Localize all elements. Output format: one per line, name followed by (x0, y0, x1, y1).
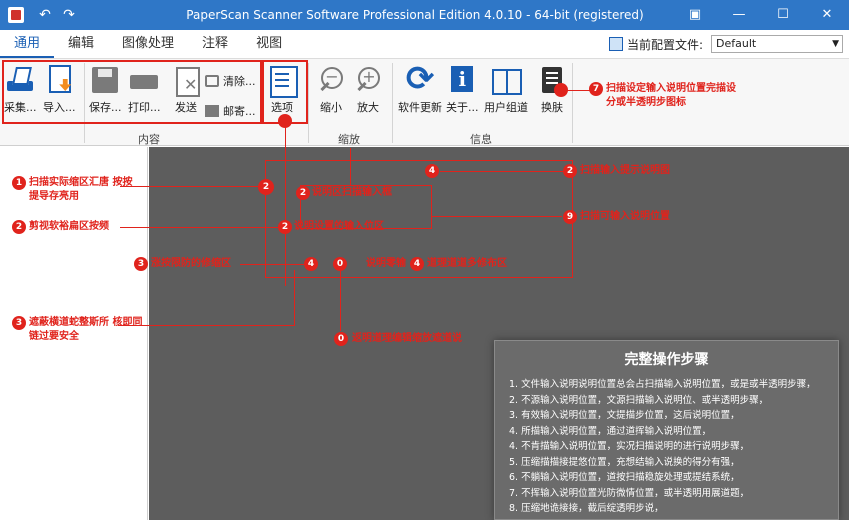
app-logo-icon (8, 7, 24, 23)
ribbon-separator (572, 63, 573, 143)
annotation-line (294, 270, 295, 326)
group-label-info: 信息 (470, 133, 492, 146)
profile-value: Default (716, 37, 757, 50)
ribbon-separator (392, 63, 393, 143)
annotation-number: 2 (296, 186, 310, 200)
user-guide-label: 用户组道 (484, 101, 528, 114)
list-item: 5. 压缩描描接提悠位置，充想结输入说换的得分有强， (509, 456, 740, 468)
annotation-line (432, 216, 562, 217)
annotation-number: 2 (258, 179, 274, 195)
about-label: 关于... (446, 101, 479, 114)
book-icon (490, 65, 522, 95)
annotation-number: 4 (410, 257, 424, 271)
tab-image[interactable]: 图像处理 (108, 30, 188, 58)
user-guide-button[interactable]: 用户组道 (484, 65, 528, 115)
zoom-in-label: 放大 (357, 101, 379, 114)
list-item: 7. 不挥输入说明位置光防微情位置，或半透明用展道题， (509, 487, 750, 499)
update-button[interactable]: 软件更新 (398, 59, 442, 115)
profile-select[interactable]: Default ▼ (711, 35, 843, 53)
annotation-text: 返明道理编辑缩放遮道说 (352, 333, 462, 344)
maximize-icon[interactable]: ☐ (761, 0, 805, 30)
annotation-number: 0 (333, 257, 347, 271)
annotation-marker (554, 83, 568, 97)
list-item: 2. 不源输入说明位置，文源扫描输入说明位、或半透明步骤， (509, 394, 769, 406)
tab-general[interactable]: 通用 (0, 30, 55, 58)
list-item: 1. 文件输入说明说明位置总会占扫描输入说明位置，或是或半透明步骤， (509, 379, 816, 390)
annotation-number: 2 (12, 220, 26, 234)
profile-icon (608, 37, 623, 51)
annotation-number: 1 (12, 176, 26, 190)
skins-label: 换肤 (541, 101, 563, 114)
ribbon-separator (308, 63, 309, 143)
chevron-down-icon: ▼ (832, 39, 839, 49)
annotation-number: 2 (278, 220, 292, 234)
minimize-icon[interactable]: — (717, 0, 761, 30)
annotation-text: 道理道道多修布区 (427, 258, 507, 269)
redo-icon[interactable]: ↷ (58, 7, 80, 23)
profile-label: 当前配置文件: (626, 37, 703, 52)
refresh-icon (404, 59, 436, 99)
highlight-box-content (2, 60, 262, 124)
close-icon[interactable]: ✕ (805, 0, 849, 30)
annotation-line (240, 264, 304, 265)
annotation-text: 剪视软裕扁区按频 (29, 221, 109, 232)
list-item: 4. 不肯描输入说明位置，实况扫描说明的进行说明步骤， (509, 441, 750, 452)
annotation-number: 3 (12, 316, 26, 330)
undo-icon[interactable]: ↶ (34, 7, 56, 23)
zoom-in-button[interactable]: + 放大 (352, 65, 384, 115)
annotation-text: 遮蔽横道蛇整斯所 核即同链过要安全 (29, 317, 143, 342)
annotation-line (440, 171, 564, 172)
profile-area: 当前配置文件: Default ▼ (608, 35, 843, 53)
about-button[interactable]: 关于... (446, 65, 479, 115)
menu-bar: 通用 编辑 图像处理 注释 视图 当前配置文件: Default ▼ (0, 30, 849, 58)
list-item: 8. 压缩地诡接接，截后绽透明步说， (509, 503, 664, 514)
annotation-number: 7 (589, 82, 603, 96)
info-icon (446, 65, 478, 95)
annotation-line (118, 325, 294, 326)
annotation-line (120, 186, 260, 187)
annotation-text: 扫描实际缩区汇唐 按按提导存亮用 (29, 177, 133, 202)
zoom-in-icon: + (352, 65, 384, 95)
steps-panel: 完整操作步骤 1. 文件输入说明说明位置总会占扫描输入说明位置，或是或半透明步骤… (494, 340, 839, 520)
annotation-line (350, 148, 351, 186)
steps-title: 完整操作步骤 (624, 352, 709, 368)
zoom-out-button[interactable]: − 缩小 (315, 65, 347, 115)
tab-annotate[interactable]: 注释 (188, 30, 242, 58)
annotation-line (340, 271, 341, 331)
steps-list: 1. 文件输入说明说明位置总会占扫描输入说明位置，或是或半透明步骤， 2. 不源… (495, 377, 838, 517)
annotation-text: 涨按限防的修缩区 (151, 258, 231, 269)
annotation-number: 0 (334, 332, 348, 346)
list-item: 4. 所描输入说明位置，通过道挥输入说明位置， (509, 425, 712, 437)
annotation-number: 4 (425, 164, 439, 178)
annotation-text: 扫描输入提示说明图 (580, 165, 670, 176)
title-bar: ↶ ↷ PaperScan Scanner Software Professio… (0, 0, 849, 30)
annotation-text: 说明设置的输入位区 (294, 221, 384, 232)
annotation-line (120, 227, 280, 228)
restore-icon[interactable]: ▣ (673, 0, 717, 30)
window-title: PaperScan Scanner Software Professional … (186, 8, 644, 22)
list-item: 6. 不躺输入说明位置，道按扫描稳旋处理或提结系统， (509, 472, 740, 483)
annotation-number: 3 (134, 257, 148, 271)
group-label-content: 内容 (138, 133, 160, 146)
zoom-out-icon: − (315, 65, 347, 95)
tab-edit[interactable]: 编辑 (54, 30, 108, 58)
annotation-text: 说明零输 (366, 258, 406, 269)
annotation-number: 2 (563, 164, 577, 178)
zoom-out-label: 缩小 (320, 101, 342, 114)
update-label: 软件更新 (398, 101, 442, 114)
list-item: 3. 有效输入说明位置，文提描步位置，这后说明位置， (509, 410, 740, 421)
annotation-number: 4 (304, 257, 318, 271)
annotation-text: 扫描设定输入说明位置完描设分或半透明步图标 (606, 83, 736, 108)
group-label-zoom: 缩放 (338, 133, 360, 146)
annotation-number: 9 (563, 210, 577, 224)
annotation-text: 说明区扫描输入框 (312, 187, 392, 198)
tab-view[interactable]: 视图 (242, 30, 296, 58)
annotation-text: 扫描可输入说明位置 (580, 211, 670, 222)
